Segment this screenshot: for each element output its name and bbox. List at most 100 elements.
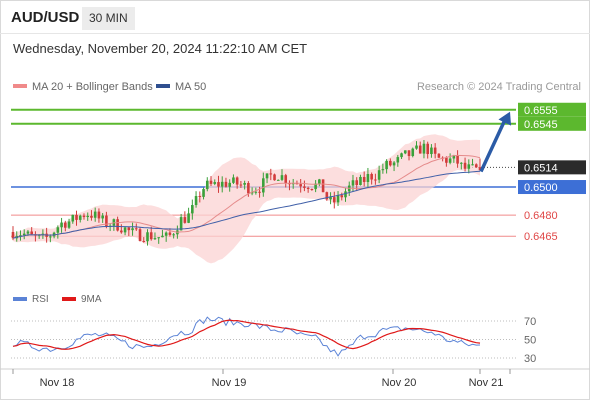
candle-body [306, 187, 310, 189]
candle-body [351, 180, 355, 186]
candle-body [202, 189, 205, 197]
candle-body [11, 231, 15, 239]
candle-body [30, 231, 33, 235]
rsi-line [12, 316, 481, 357]
candle-body [303, 186, 306, 188]
price-chart: MA 20 + Bollinger Bands MA 50 Research ©… [0, 81, 590, 389]
forecast-arrow [479, 111, 512, 173]
candle-body [422, 143, 426, 154]
level-label-0.6480: 0.6480 [524, 210, 558, 222]
candle-body [318, 179, 321, 184]
candle-body [97, 211, 101, 219]
candle-body [467, 164, 471, 169]
x-tick-label: Nov 20 [382, 377, 417, 389]
legend-ma50-label: MA 50 [175, 81, 206, 93]
candle-body [430, 147, 433, 155]
candle-body [332, 197, 336, 203]
candle-body [60, 222, 63, 228]
level-label-0.6545: 0.6545 [524, 119, 558, 131]
candle-body [415, 145, 418, 149]
credit-text: Research © 2024 Trading Central [417, 81, 581, 93]
candle-body [78, 215, 82, 220]
candle-body [437, 153, 441, 158]
candle-body [474, 164, 478, 168]
candle-body [370, 174, 373, 180]
level-label-0.6555: 0.6555 [524, 105, 558, 117]
x-axis: Nov 18 Nov 19 Nov 20 Nov 21 [12, 369, 511, 389]
candle-body [213, 182, 217, 184]
candle-body [153, 238, 157, 240]
candle-body [123, 227, 127, 233]
forecast-arrow-shaft [479, 119, 507, 173]
candle-body [471, 164, 474, 166]
candle-body [220, 181, 224, 187]
rsi-tick-30: 30 [524, 353, 536, 365]
legend-9ma-swatch [62, 297, 76, 301]
candle-body [340, 195, 344, 198]
candle-body [254, 191, 258, 193]
candle-body [262, 178, 265, 193]
candle-body [127, 227, 131, 231]
candle-body [385, 160, 388, 170]
candle-body [418, 145, 422, 154]
level-label-0.6514: 0.6514 [524, 162, 558, 174]
candle-body [426, 143, 429, 155]
candle-body [411, 148, 415, 157]
x-tick-label: Nov 21 [469, 377, 504, 389]
candle-body [235, 177, 239, 185]
candle-body [146, 232, 149, 242]
candle-body [228, 182, 231, 187]
rsi-legend: RSI 9MA [13, 294, 102, 305]
candle-body [377, 170, 381, 180]
x-tick-label: Nov 18 [40, 377, 75, 389]
candle-body [359, 176, 362, 185]
candle-body [134, 228, 138, 230]
candle-body [448, 158, 452, 163]
candle-body [456, 155, 459, 164]
candle-body [239, 184, 243, 186]
candle-body [224, 181, 228, 187]
x-tick-label: Nov 19 [212, 377, 247, 389]
candle-body [269, 173, 273, 175]
candle-body [191, 205, 194, 214]
candle-body [284, 175, 288, 184]
candle-body [445, 157, 448, 163]
candle-body [310, 188, 314, 190]
candle-body [161, 235, 164, 238]
candle-body [396, 157, 400, 163]
legend-rsi-swatch [13, 297, 27, 301]
candle-body [67, 221, 71, 228]
candle-body [460, 162, 463, 164]
candle-body [164, 232, 168, 236]
candle-body [265, 173, 269, 179]
candle-body [344, 191, 347, 198]
candle-body [90, 215, 93, 218]
candle-body [276, 179, 280, 181]
candle-body [172, 234, 175, 236]
candle-body [400, 153, 403, 158]
candle-body [49, 236, 52, 238]
legend: MA 20 + Bollinger Bands MA 50 Research ©… [13, 81, 581, 93]
candle-body [336, 195, 340, 203]
rsi-tick-70: 70 [524, 316, 536, 328]
candle-body [280, 175, 284, 180]
candle-body [433, 147, 437, 154]
candle-body [86, 215, 90, 218]
candle-body [381, 169, 385, 171]
candle-body [142, 240, 146, 242]
candle-body [362, 176, 366, 182]
rsi-tick-50: 50 [524, 335, 536, 347]
candle-body [463, 162, 467, 169]
legend-ma20-label: MA 20 + Bollinger Bands [32, 81, 153, 93]
candle-body [82, 215, 86, 218]
candle-body [321, 179, 325, 193]
candle-body [366, 174, 370, 182]
candle-body [392, 162, 396, 166]
candle-body [247, 182, 250, 194]
candle-body [273, 174, 276, 181]
candle-body [93, 211, 97, 218]
candle-body [299, 184, 302, 187]
candle-body [116, 219, 119, 231]
candle-body [187, 213, 190, 223]
candle-body [355, 180, 359, 185]
